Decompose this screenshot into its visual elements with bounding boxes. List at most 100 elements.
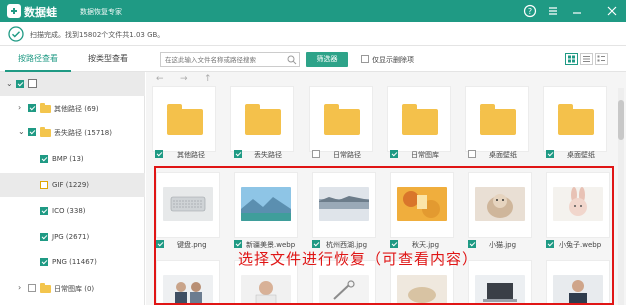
folder-icon	[558, 104, 594, 135]
title-bar: 数据蛙 数据恢复专家 ?	[0, 0, 626, 22]
tree-item-label: ICO (338)	[52, 207, 86, 215]
tree-item-label: PNG (11467)	[52, 258, 97, 266]
folder-checkbox[interactable]	[155, 150, 163, 158]
file-checkbox[interactable]	[390, 240, 398, 248]
file-checkbox[interactable]	[546, 240, 554, 248]
folder-checkbox[interactable]	[312, 150, 320, 158]
minimize-icon[interactable]	[570, 4, 584, 18]
file-item[interactable]	[468, 172, 532, 238]
file-checkbox[interactable]	[156, 240, 164, 248]
file-item[interactable]	[546, 172, 610, 238]
show-deleted-checkbox[interactable]	[361, 55, 369, 63]
folder-label: 桌面壁纸	[489, 151, 517, 159]
search-icon[interactable]	[287, 55, 297, 65]
scrollbar-thumb[interactable]	[618, 100, 624, 140]
file-checkbox[interactable]	[468, 240, 476, 248]
folder-item[interactable]	[465, 86, 529, 152]
folder-label: 其他路径	[177, 151, 205, 159]
tree-item-label: 日常图库 (0)	[54, 285, 95, 293]
folder-icon	[40, 283, 51, 293]
tree-item-label: 其他路径 (69)	[54, 105, 99, 113]
tree-item-png[interactable]: PNG (11467)	[0, 250, 145, 274]
autumn-thumbnail	[397, 187, 447, 221]
close-icon[interactable]	[605, 4, 619, 18]
tree-checkbox[interactable]	[40, 181, 48, 189]
menu-icon[interactable]	[546, 4, 560, 18]
business-person-thumbnail	[553, 275, 603, 305]
tree-item-lost-paths[interactable]: ⌄ 丢失路径 (15718)	[0, 120, 145, 144]
tab-by-path[interactable]: 按路径查看	[5, 46, 71, 72]
tree-checkbox[interactable]	[28, 104, 36, 112]
tree-item-other-paths[interactable]: › 其他路径 (69)	[0, 96, 145, 120]
folder-item[interactable]	[387, 86, 451, 152]
folder-checkbox[interactable]	[390, 150, 398, 158]
scan-complete-icon	[8, 26, 24, 42]
landscape-thumbnail	[241, 187, 291, 221]
tree-item-bmp[interactable]: BMP (13)	[0, 147, 145, 171]
folder-item[interactable]	[543, 86, 607, 152]
tree-checkbox[interactable]	[28, 284, 36, 292]
folder-item[interactable]	[230, 86, 294, 152]
grid-view-button[interactable]	[565, 53, 578, 65]
search-input[interactable]	[160, 52, 300, 67]
tree-item-jpg[interactable]: JPG (2671)	[0, 225, 145, 249]
tree-root[interactable]: ⌄	[0, 72, 145, 96]
tree-checkbox[interactable]	[40, 155, 48, 163]
tab-by-type[interactable]: 按类型查看	[75, 46, 141, 72]
folder-item[interactable]	[152, 86, 216, 152]
up-arrow-icon[interactable]: ↑	[204, 74, 212, 84]
folder-icon	[40, 103, 51, 113]
file-grid-area: ← → ↑ 其他路径 丢失路径 日常路径 日常图库 桌面壁纸 桌面壁纸 键盘.p…	[146, 72, 626, 305]
expand-arrow-icon[interactable]: ›	[18, 283, 21, 292]
file-item[interactable]	[546, 260, 610, 305]
file-label: 小兔子.webp	[559, 241, 602, 249]
back-arrow-icon[interactable]: ←	[156, 74, 164, 84]
collapse-arrow-icon[interactable]: ⌄	[18, 127, 25, 136]
folder-checkbox[interactable]	[234, 150, 242, 158]
collapse-arrow-icon[interactable]: ⌄	[6, 79, 13, 88]
headset-person-thumbnail	[241, 275, 291, 305]
tree-checkbox[interactable]	[40, 207, 48, 215]
tree-item-gif[interactable]: GIF (1229)	[0, 173, 145, 197]
folder-label: 丢失路径	[254, 151, 282, 159]
detail-view-button[interactable]	[595, 53, 608, 65]
file-item[interactable]	[234, 172, 298, 238]
view-toolbar: 按路径查看 按类型查看 筛选器 仅显示删除项	[0, 46, 626, 72]
file-item[interactable]	[312, 172, 376, 238]
expand-arrow-icon[interactable]: ›	[18, 103, 21, 112]
filter-button[interactable]: 筛选器	[306, 52, 348, 67]
file-item[interactable]	[156, 260, 220, 305]
file-label: 小猫.jpg	[489, 241, 517, 249]
office-people-thumbnail	[163, 275, 213, 305]
tree-checkbox[interactable]	[28, 128, 36, 136]
forward-arrow-icon[interactable]: →	[180, 74, 188, 84]
file-checkbox[interactable]	[312, 240, 320, 248]
folder-checkbox[interactable]	[546, 150, 554, 158]
tree-item-label: BMP (13)	[52, 155, 84, 163]
vertical-scrollbar[interactable]	[618, 88, 624, 305]
tree-item-label: GIF (1229)	[52, 181, 90, 189]
show-deleted-label: 仅显示删除项	[372, 56, 414, 64]
list-view-button[interactable]	[580, 53, 593, 65]
file-checkbox[interactable]	[234, 240, 242, 248]
file-item[interactable]	[156, 172, 220, 238]
folder-item[interactable]	[309, 86, 373, 152]
folder-checkbox[interactable]	[468, 150, 476, 158]
tree-checkbox[interactable]	[40, 258, 48, 266]
root-checkbox[interactable]	[16, 80, 24, 88]
folder-tree: ⌄ › 其他路径 (69) ⌄ 丢失路径 (15718) BMP (13) GI…	[0, 72, 145, 305]
folder-icon	[480, 104, 516, 135]
folder-icon	[324, 104, 360, 135]
tree-item-ico[interactable]: ICO (338)	[0, 199, 145, 223]
help-icon[interactable]: ?	[523, 4, 537, 18]
tree-item-daily-gallery[interactable]: › 日常图库 (0)	[0, 276, 145, 300]
drive-icon	[28, 79, 37, 88]
scan-status-text: 扫描完成。找到15802个文件共1.03 GB。	[30, 31, 165, 39]
tree-checkbox[interactable]	[40, 233, 48, 241]
folder-label: 桌面壁纸	[567, 151, 595, 159]
kitten-thumbnail	[475, 187, 525, 221]
svg-text:?: ?	[528, 7, 532, 16]
food-thumbnail	[397, 275, 447, 305]
file-item[interactable]	[390, 172, 454, 238]
detail-list-icon	[597, 55, 605, 62]
